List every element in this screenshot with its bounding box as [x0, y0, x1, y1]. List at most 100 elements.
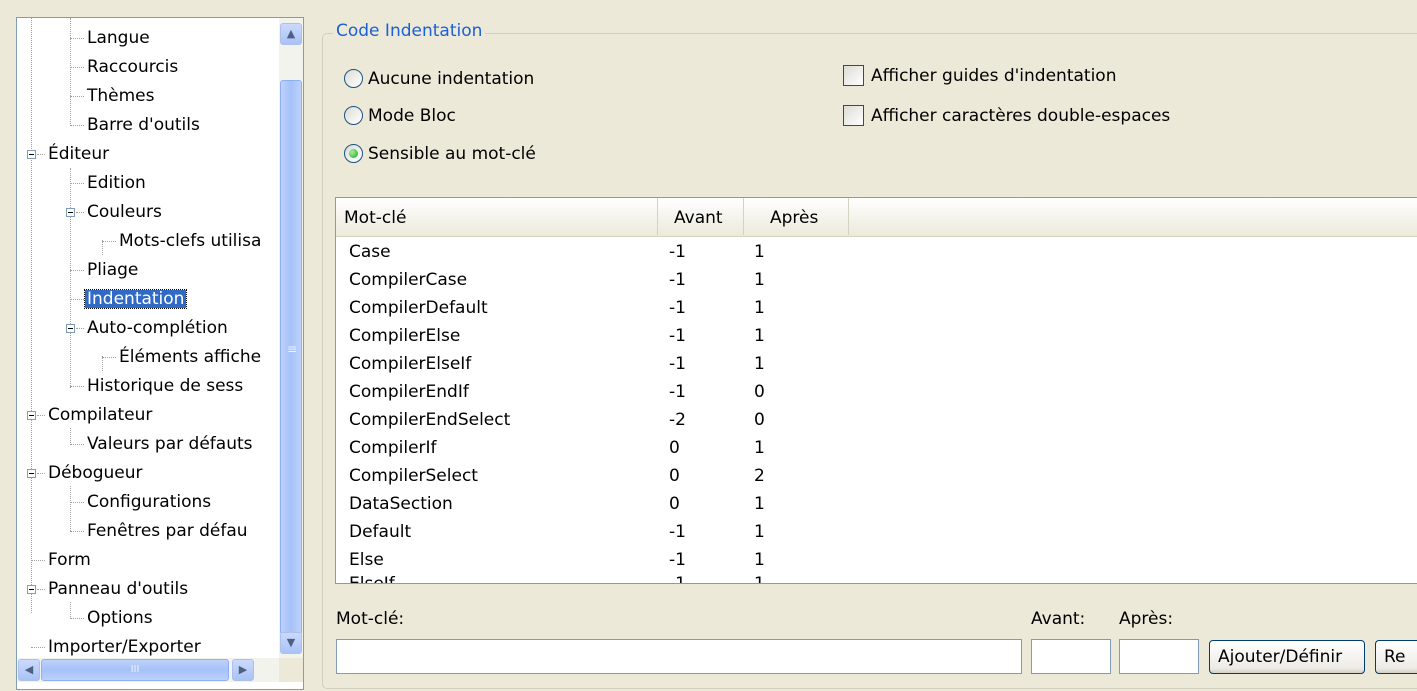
tree-item-indentation[interactable]: Indentation — [17, 285, 279, 314]
tree-item-label: Éditeur — [48, 144, 110, 164]
radio-circle[interactable] — [344, 106, 363, 125]
cell-before: 0 — [669, 494, 680, 514]
list-row[interactable]: Case -1 1 — [336, 238, 1417, 266]
tree-item-pliage[interactable]: Pliage — [17, 256, 279, 285]
cell-before: -2 — [669, 410, 686, 430]
list-row[interactable]: CompilerDefault -1 1 — [336, 294, 1417, 322]
scroll-down-button[interactable]: ▼ — [280, 632, 302, 654]
tree-item-label: Pliage — [87, 260, 139, 280]
tree-item-panneau-outils[interactable]: Panneau d'outils — [17, 575, 279, 604]
cell-before: 0 — [669, 466, 680, 486]
keyword-list[interactable]: Mot-clé Avant Après Case -1 1 CompilerCase… — [335, 197, 1417, 584]
keyword-input[interactable] — [336, 639, 1022, 674]
tree-item-options[interactable]: Options — [17, 604, 279, 633]
cell-keyword: CompilerElse — [349, 326, 461, 346]
tree-item-configurations[interactable]: Configurations — [17, 488, 279, 517]
collapse-icon[interactable] — [27, 411, 36, 420]
tree-item-elements-affiches[interactable]: Éléments affiche — [17, 343, 279, 372]
collapse-icon[interactable] — [27, 585, 36, 594]
list-row[interactable]: DataSection 0 1 — [336, 490, 1417, 518]
cell-keyword: CompilerSelect — [349, 466, 478, 486]
remove-button[interactable]: Re — [1375, 640, 1417, 674]
after-input[interactable] — [1119, 639, 1199, 674]
scroll-right-button[interactable]: ▶ — [232, 659, 254, 681]
collapse-icon[interactable] — [27, 469, 36, 478]
column-header-after[interactable]: Après — [744, 198, 849, 235]
tree-item-raccourcis[interactable]: Raccourcis — [17, 53, 279, 82]
tree-item-label: Edition — [87, 173, 146, 193]
cell-after: 1 — [754, 438, 765, 458]
tree-item-mots-clefs[interactable]: Mots-clefs utilisa — [17, 227, 279, 256]
tree-vertical-scrollbar[interactable]: ▲ ≡ ▼ — [279, 18, 303, 658]
settings-tree[interactable]: Langue Raccourcis Thèmes Barre d'outils … — [16, 17, 304, 690]
tree-horizontal-scrollbar[interactable]: ◀ III ▶ — [17, 658, 279, 682]
tree-item-barre-outils[interactable]: Barre d'outils — [17, 111, 279, 140]
collapse-icon[interactable] — [27, 150, 36, 159]
scrollbar-thumb[interactable]: III — [41, 659, 229, 681]
cell-keyword: CompilerDefault — [349, 298, 488, 318]
tree-item-couleurs[interactable]: Couleurs — [17, 198, 279, 227]
tree-item-label: Form — [48, 550, 91, 570]
tree-item-form[interactable]: Form — [17, 546, 279, 575]
radio-circle[interactable] — [344, 69, 363, 88]
checkbox-box[interactable] — [843, 65, 864, 86]
tree-item-compilateur[interactable]: Compilateur — [17, 401, 279, 430]
cell-keyword: DataSection — [349, 494, 453, 514]
list-row[interactable]: CompilerEndSelect -2 0 — [336, 406, 1417, 434]
keyword-label: Mot-clé: — [336, 609, 405, 629]
radio-label: Sensible au mot-clé — [368, 144, 536, 164]
tree-item-label: Auto-complétion — [87, 318, 228, 338]
tree-item-label: Compilateur — [48, 405, 153, 425]
cell-keyword: Default — [349, 522, 412, 542]
cell-before: 0 — [669, 438, 680, 458]
list-row[interactable]: CompilerSelect 0 2 — [336, 462, 1417, 490]
cell-before: -1 — [669, 270, 686, 290]
tree-item-label: Historique de sess — [87, 376, 244, 396]
column-header-keyword[interactable]: Mot-clé — [336, 198, 658, 235]
before-label: Avant: — [1031, 609, 1086, 629]
list-row[interactable]: CompilerEndIf -1 0 — [336, 378, 1417, 406]
tree-item-label: Panneau d'outils — [48, 579, 189, 599]
tree-item-importer-exporter[interactable]: Importer/Exporter — [17, 633, 279, 658]
tree-item-langue[interactable]: Langue — [17, 24, 279, 53]
after-label: Après: — [1119, 609, 1174, 629]
scrollbar-thumb[interactable]: ≡ — [280, 80, 302, 635]
scroll-up-button[interactable]: ▲ — [280, 23, 302, 45]
tree-item-label: Configurations — [87, 492, 212, 512]
tree-item-auto-completion[interactable]: Auto-complétion — [17, 314, 279, 343]
tree-item-label: Thèmes — [87, 86, 155, 106]
cell-after: 1 — [754, 574, 765, 584]
tree-item-fenetres-defaut[interactable]: Fenêtres par défau — [17, 517, 279, 546]
radio-label: Mode Bloc — [368, 106, 456, 126]
list-row[interactable]: CompilerElse -1 1 — [336, 322, 1417, 350]
radio-circle-checked[interactable] — [344, 144, 363, 163]
list-row[interactable]: ElseIf -1 1 — [336, 570, 1417, 584]
tree-item-themes[interactable]: Thèmes — [17, 82, 279, 111]
list-header: Mot-clé Avant Après — [336, 198, 1417, 237]
tree-item-label: Débogueur — [48, 463, 143, 483]
checkbox-box[interactable] — [843, 105, 864, 126]
cell-after: 1 — [754, 298, 765, 318]
collapse-icon[interactable] — [66, 208, 75, 217]
cell-after: 1 — [754, 242, 765, 262]
list-row[interactable]: Default -1 1 — [336, 518, 1417, 546]
list-row[interactable]: CompilerCase -1 1 — [336, 266, 1417, 294]
cell-keyword: CompilerEndSelect — [349, 410, 511, 430]
radio-dot — [349, 149, 358, 158]
tree-item-label: Raccourcis — [87, 57, 179, 77]
before-input[interactable] — [1031, 639, 1111, 674]
column-header-before[interactable]: Avant — [658, 198, 744, 235]
tree-item-edition[interactable]: Edition — [17, 169, 279, 198]
add-define-button[interactable]: Ajouter/Définir — [1209, 640, 1365, 674]
collapse-icon[interactable] — [66, 324, 75, 333]
tree-item-debogueur[interactable]: Débogueur — [17, 459, 279, 488]
tree-item-label: Éléments affiche — [119, 347, 262, 367]
cell-before: -1 — [669, 354, 686, 374]
tree-item-historique[interactable]: Historique de sess — [17, 372, 279, 401]
tree-item-label: Barre d'outils — [87, 115, 200, 135]
scroll-left-button[interactable]: ◀ — [18, 659, 40, 681]
list-row[interactable]: CompilerElseIf -1 1 — [336, 350, 1417, 378]
tree-item-valeurs-defauts[interactable]: Valeurs par défauts — [17, 430, 279, 459]
list-row[interactable]: CompilerIf 0 1 — [336, 434, 1417, 462]
tree-item-editeur[interactable]: Éditeur — [17, 140, 279, 169]
